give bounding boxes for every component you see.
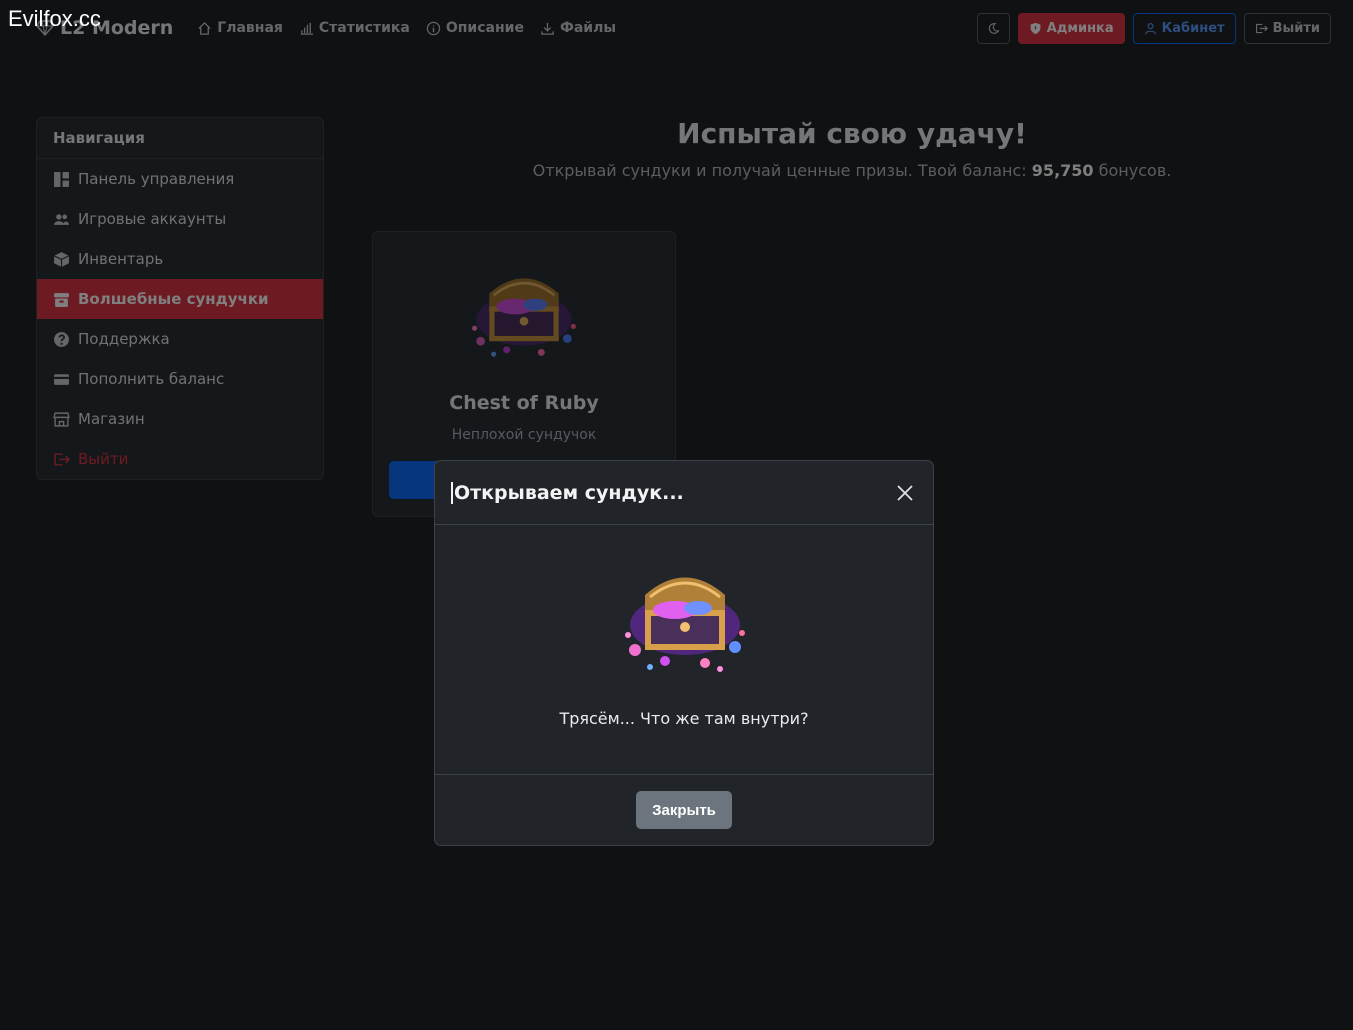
open-chest-modal: Открываем сундук... Трясём... Что же там… bbox=[434, 460, 934, 846]
close-icon bbox=[897, 484, 913, 501]
close-modal-button[interactable]: Закрыть bbox=[636, 791, 732, 829]
modal-close-button[interactable] bbox=[893, 481, 917, 505]
modal-title: Открываем сундук... bbox=[451, 481, 684, 504]
watermark: Evilfox.cc bbox=[8, 6, 101, 31]
modal-status-text: Трясём... Что же там внутри? bbox=[559, 709, 809, 728]
treasure-chest-image bbox=[625, 577, 745, 672]
modal-header: Открываем сундук... bbox=[435, 461, 933, 525]
modal-body: Трясём... Что же там внутри? bbox=[435, 525, 933, 775]
modal-footer: Закрыть bbox=[435, 775, 933, 845]
